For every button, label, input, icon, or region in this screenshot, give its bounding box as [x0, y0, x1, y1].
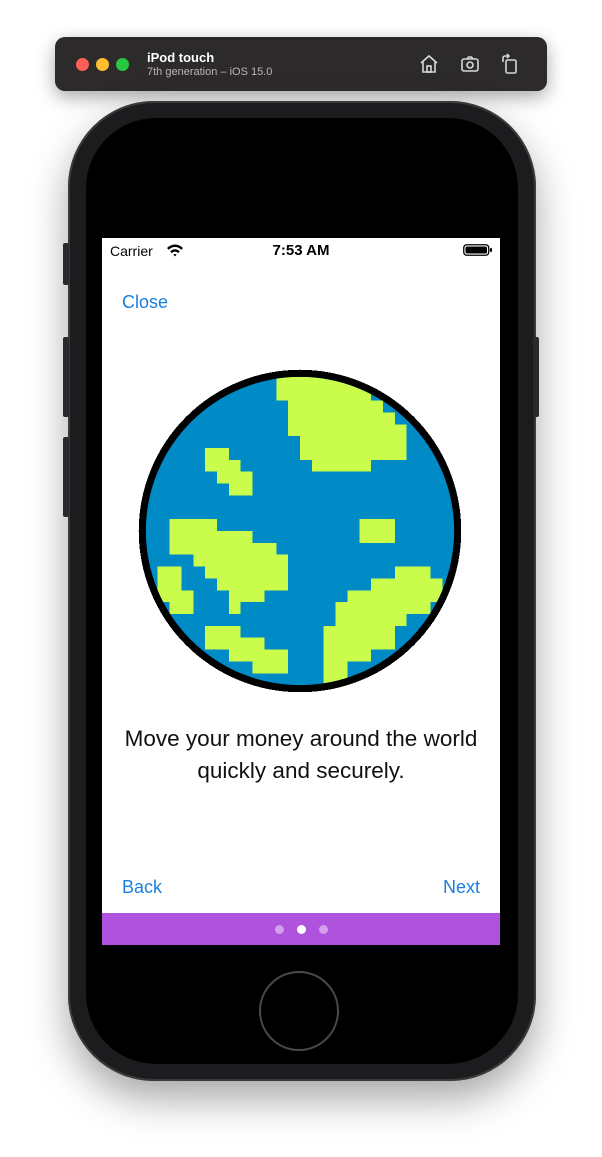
- app-screen: Carrier 7:53 AM Close Move your money ar…: [102, 238, 500, 945]
- page-dot-3[interactable]: [319, 925, 328, 934]
- device-subtitle: 7th generation – iOS 15.0: [147, 66, 273, 78]
- page-dot-2[interactable]: [297, 925, 306, 934]
- close-button[interactable]: Close: [122, 292, 168, 313]
- zoom-window-button[interactable]: [116, 58, 129, 71]
- simulator-toolbar: iPod touch 7th generation – iOS 15.0: [55, 37, 547, 91]
- page-dot-1[interactable]: [275, 925, 284, 934]
- rotate-icon[interactable]: [498, 52, 522, 76]
- volume-up-button: [63, 337, 69, 417]
- onboarding-caption: Move your money around the world quickly…: [124, 726, 478, 783]
- screenshot-icon[interactable]: [458, 52, 482, 76]
- close-window-button[interactable]: [76, 58, 89, 71]
- pixel-globe-icon: [138, 369, 462, 693]
- battery-icon: [463, 244, 492, 256]
- device-name: iPod touch: [147, 50, 215, 65]
- home-button[interactable]: [259, 971, 339, 1051]
- mute-switch: [63, 243, 69, 285]
- minimize-window-button[interactable]: [96, 58, 109, 71]
- home-icon[interactable]: [417, 52, 441, 76]
- next-button[interactable]: Next: [443, 877, 480, 898]
- status-time: 7:53 AM: [272, 242, 330, 259]
- power-button: [533, 337, 539, 417]
- status-bar: Carrier 7:53 AM: [102, 238, 500, 264]
- volume-down-button: [63, 437, 69, 517]
- back-button[interactable]: Back: [122, 877, 162, 898]
- page-indicator-bar: [102, 913, 500, 945]
